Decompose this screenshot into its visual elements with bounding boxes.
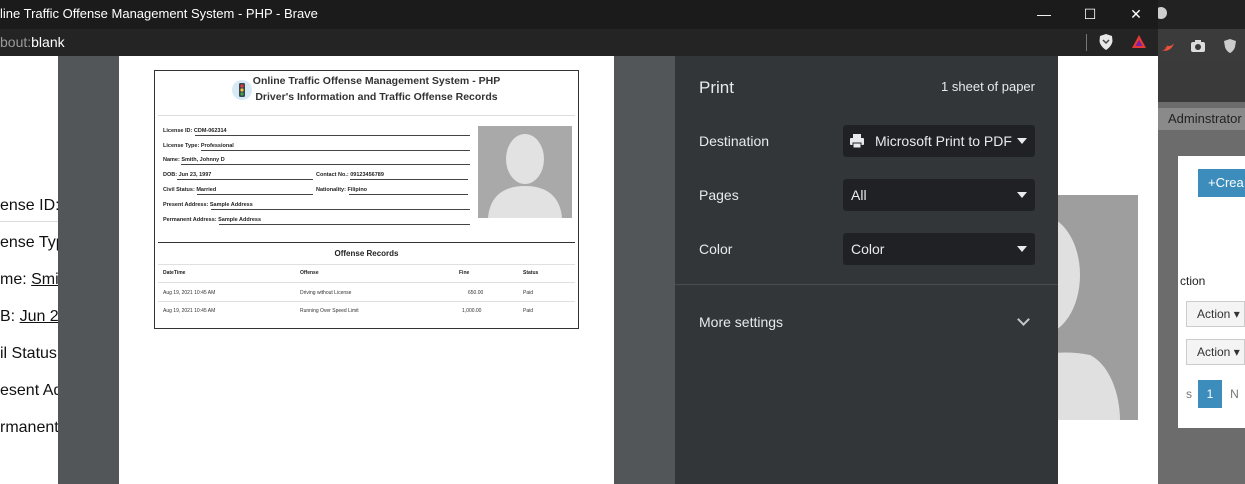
doc-nationality: Nationality: Filipino (316, 187, 368, 193)
doc-underline-contact (350, 179, 468, 180)
table-header-action: ction (1180, 274, 1206, 288)
doc-contact: Contact No.: 09123456789 (316, 172, 384, 178)
maximize-button[interactable]: ☐ (1079, 4, 1101, 24)
window-title-bar: line Traffic Offense Management System -… (0, 0, 1158, 29)
doc-th-fine: Fine (459, 270, 470, 276)
settings-divider (675, 284, 1058, 285)
doc-title-line2: Driver's Information and Traffic Offense… (255, 91, 498, 103)
print-settings-panel: Print 1 sheet of paper Destination Micro… (675, 56, 1058, 484)
doc-table-headerline (158, 282, 575, 283)
window-title: line Traffic Offense Management System -… (0, 6, 318, 21)
doc-row1-status: Paid (523, 290, 534, 296)
action-dropdown-1[interactable]: Action ▾ (1186, 301, 1245, 327)
doc-offense-title: Offense Records (334, 249, 399, 258)
doc-th-offense: Offense (300, 270, 319, 276)
url-host: blank (31, 34, 65, 50)
doc-table-rowline (158, 301, 575, 302)
url-text[interactable]: bout:blank (0, 34, 65, 50)
minimize-button[interactable]: — (1033, 4, 1055, 24)
doc-section-divider (158, 242, 575, 243)
close-button[interactable]: ✕ (1125, 4, 1147, 24)
doc-row2-status: Paid (523, 308, 534, 314)
pages-select[interactable]: All (843, 179, 1035, 211)
doc-driver-photo (478, 126, 572, 218)
second-window-titlebar (1158, 0, 1245, 29)
chevron-down-icon (1017, 192, 1027, 198)
doc-underline-present-address (211, 209, 470, 210)
doc-row2-fine: 1,000.00 (462, 308, 482, 314)
doc-dob: DOB: Jun 23, 1997 (163, 172, 212, 178)
doc-underline-license-id (195, 135, 470, 136)
bg-label-dob: B: Jun 2 (0, 308, 59, 325)
doc-underline-dob (177, 179, 313, 180)
chevron-down-icon (1017, 138, 1027, 144)
doc-table-topline (158, 264, 575, 265)
brave-lion-icon[interactable] (1158, 6, 1168, 20)
doc-civil-status: Civil Status: Married (163, 187, 217, 193)
brave-rewards-icon[interactable] (1130, 33, 1148, 51)
doc-license-id: License ID: CDM-062314 (163, 128, 227, 134)
destination-label: Destination (699, 133, 770, 149)
print-title: Print (699, 78, 734, 97)
shield-extension-icon[interactable] (1222, 38, 1238, 54)
chevron-down-icon (1017, 246, 1027, 252)
sheet-count: 1 sheet of paper (941, 79, 1035, 94)
doc-license-type: License Type: Professional (163, 143, 234, 149)
doc-row1-datetime: Aug 19, 2021 10:45 AM (163, 290, 216, 296)
screen: line Traffic Offense Management System -… (0, 0, 1245, 484)
doc-title-line1: Online Traffic Offense Management System… (252, 75, 501, 87)
printed-document: Online Traffic Offense Management System… (154, 70, 579, 329)
doc-row1-offense: Driving without License (300, 290, 352, 296)
camera-icon[interactable] (1190, 38, 1206, 54)
action-dropdown-2[interactable]: Action ▾ (1186, 339, 1245, 365)
address-bar[interactable]: bout:blank (0, 29, 1158, 56)
pages-label: Pages (699, 187, 739, 203)
doc-underline-nationality (349, 194, 468, 195)
person-silhouette-icon (488, 134, 562, 218)
second-window: Adminstrator +Crea ction Action ▾ Action… (1158, 0, 1245, 484)
doc-present-address: Present Address: Sample Address (163, 202, 253, 208)
doc-underline-permanent-address (219, 224, 470, 225)
admin-user-label[interactable]: Adminstrator (1158, 108, 1245, 130)
background-divider (0, 221, 60, 222)
pagination-page-1[interactable]: 1 (1198, 380, 1222, 408)
bg-label-license-type: ense Typ (0, 234, 65, 251)
doc-underline-civil-status (197, 194, 313, 195)
doc-row2-datetime: Aug 19, 2021 10:45 AM (163, 308, 216, 314)
doc-th-status: Status (523, 270, 539, 276)
doc-underline-license-type (201, 150, 470, 151)
more-settings-toggle[interactable]: More settings (699, 314, 783, 330)
second-window-toolbar (1158, 29, 1245, 62)
doc-row2-offense: Running Over Speed Limit (300, 308, 359, 314)
expand-chevron-icon[interactable] (1017, 313, 1030, 326)
create-new-button[interactable]: +Crea (1198, 169, 1245, 197)
doc-header-divider (158, 115, 575, 116)
doc-name: Name: Smith, Johnny D (163, 157, 225, 163)
swift-icon[interactable] (1160, 38, 1176, 54)
pagination-next[interactable]: N (1224, 380, 1245, 408)
doc-underline-name (181, 164, 470, 165)
address-divider (1086, 34, 1087, 51)
bg-label-civil-status: il Status: (0, 345, 62, 362)
bg-label-name: me: Smi (0, 271, 59, 288)
pagination-prev[interactable]: s (1178, 380, 1200, 408)
bg-label-permanent-address: rmanent (0, 419, 59, 436)
doc-th-datetime: DateTime (163, 270, 186, 276)
destination-select[interactable]: Microsoft Print to PDF (843, 125, 1035, 157)
color-select[interactable]: Color (843, 233, 1035, 265)
doc-permanent-address: Permanent Address: Sample Address (163, 217, 262, 223)
brave-shield-icon[interactable] (1097, 33, 1115, 51)
url-scheme: bout: (0, 34, 32, 50)
printer-icon (850, 134, 864, 149)
doc-row1-fine: 650.00 (468, 290, 484, 296)
color-label: Color (699, 241, 733, 257)
